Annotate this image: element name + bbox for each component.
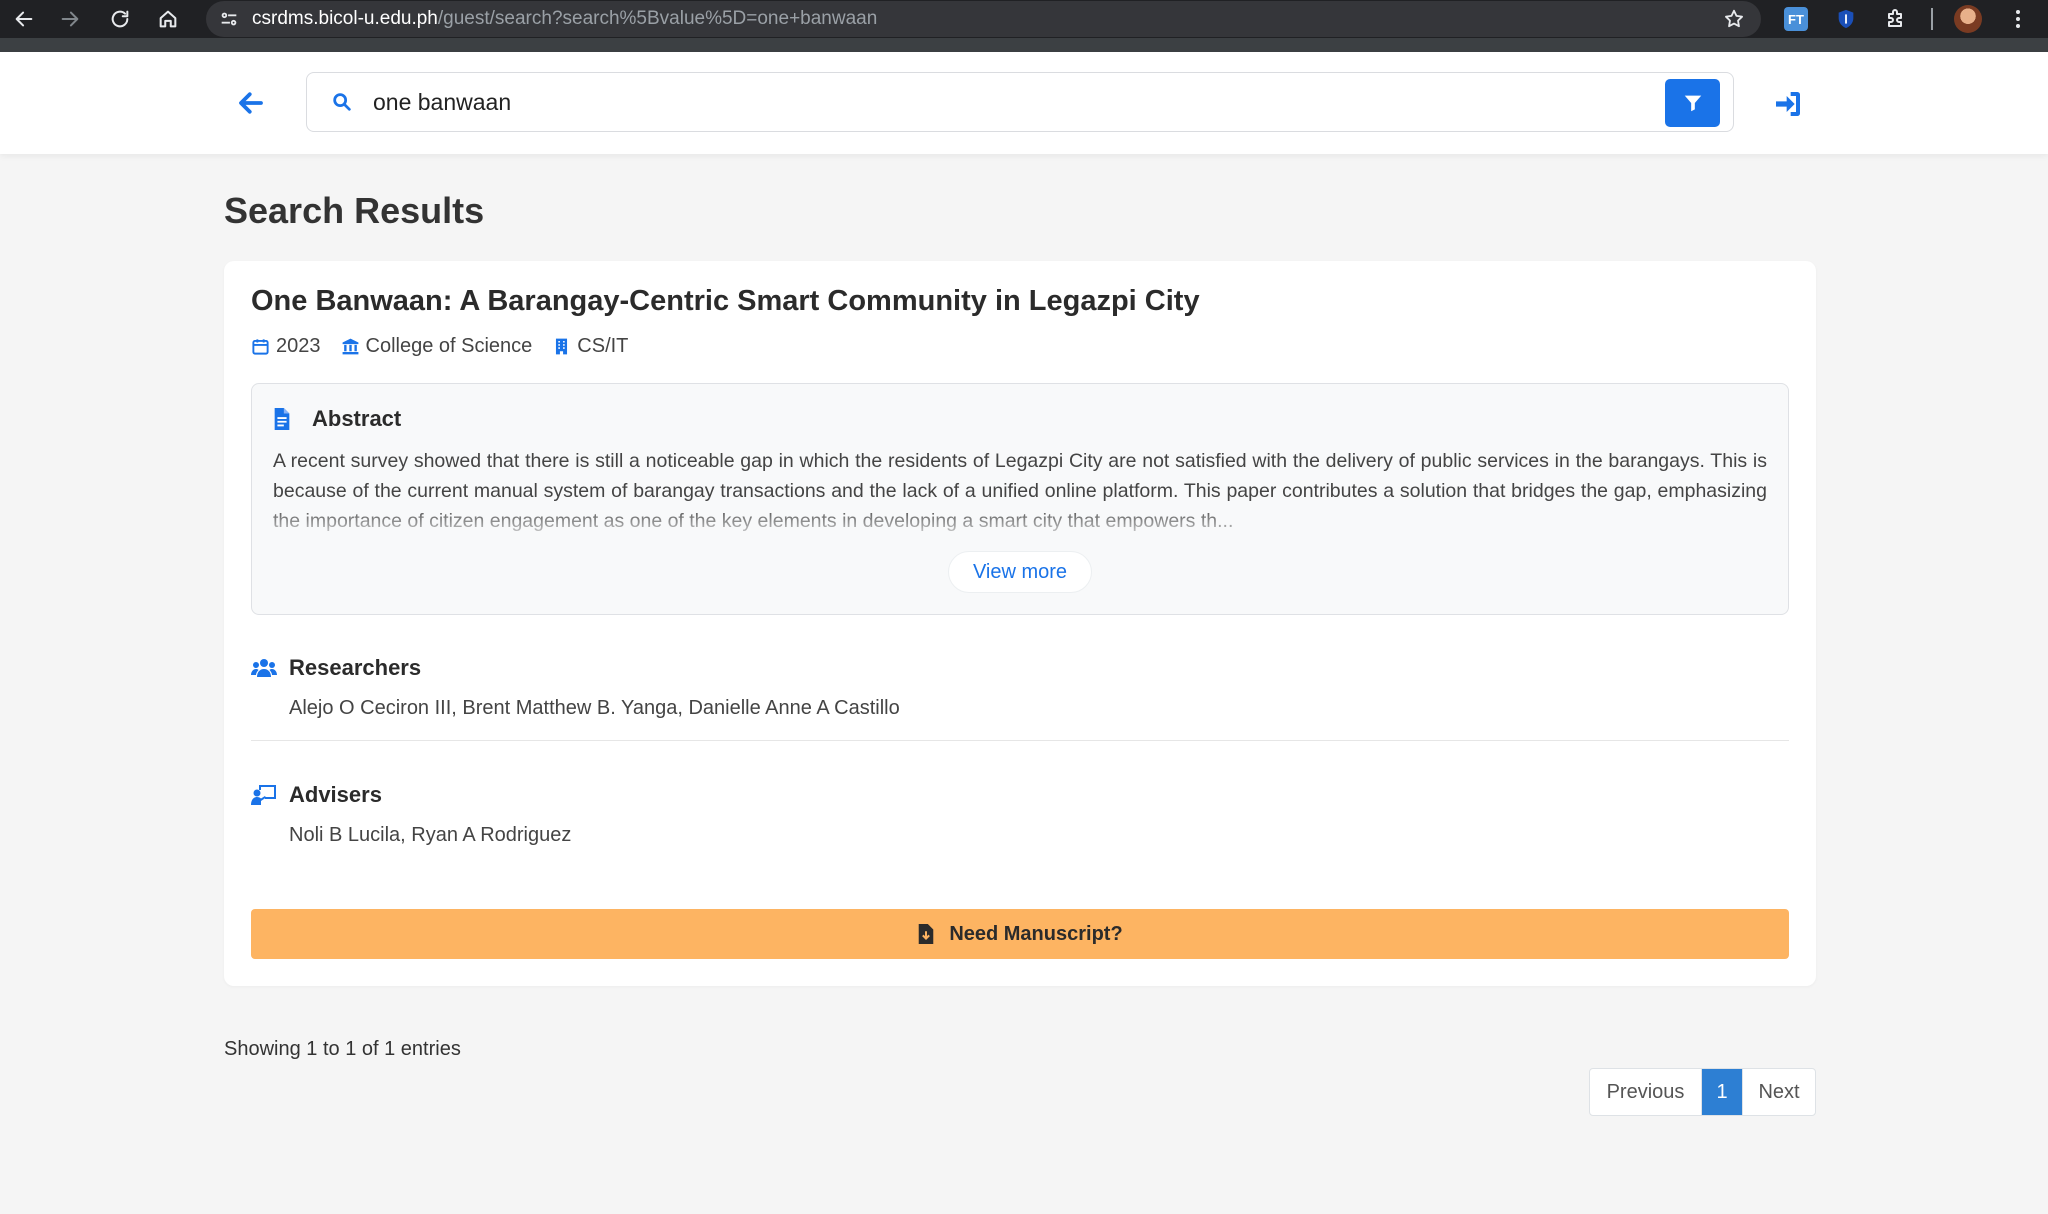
- translate-extension-icon[interactable]: FT: [1784, 7, 1808, 31]
- result-meta: 2023 College of Science CS/IT: [251, 335, 648, 358]
- advisers-heading: Advisers: [289, 782, 382, 807]
- arrow-right-icon: [61, 11, 79, 27]
- url-host: csrdms.bicol-u.edu.ph: [252, 8, 438, 29]
- search-icon: [331, 91, 353, 113]
- site-settings-icon[interactable]: [218, 8, 240, 30]
- filter-button[interactable]: [1665, 79, 1720, 127]
- browser-chrome-divider: [0, 38, 2048, 52]
- advisers-section: Advisers Noli B Lucila, Ryan A Rodriguez: [251, 782, 1789, 847]
- app-header: [0, 52, 2048, 154]
- document-icon: [274, 408, 290, 430]
- advisers-list: Noli B Lucila, Ryan A Rodriguez: [289, 824, 572, 846]
- bookmark-star-icon[interactable]: [1723, 8, 1745, 30]
- browser-reload-button[interactable]: [96, 0, 144, 38]
- pagination-page-current[interactable]: 1: [1702, 1069, 1742, 1115]
- browser-home-button[interactable]: [144, 0, 192, 38]
- abstract-panel: Abstract A recent survey showed that the…: [251, 383, 1789, 615]
- need-manuscript-button[interactable]: Need Manuscript?: [251, 909, 1789, 959]
- abstract-heading: Abstract: [312, 406, 402, 431]
- back-arrow-icon[interactable]: [236, 88, 266, 118]
- institution-icon: [342, 338, 358, 355]
- result-title[interactable]: One Banwaan: A Barangay-Centric Smart Co…: [251, 285, 1200, 318]
- login-icon[interactable]: [1772, 88, 1804, 120]
- arrow-left-icon: [15, 11, 33, 27]
- calendar-icon: [252, 339, 269, 355]
- researchers-heading: Researchers: [289, 655, 422, 680]
- meta-year: 2023: [251, 335, 321, 358]
- url-path: /guest/search?search%5Bvalue%5D=one+banw…: [437, 8, 878, 29]
- researchers-header: Researchers: [251, 655, 1789, 681]
- chalkboard-teacher-icon: [251, 785, 276, 805]
- advisers-header: Advisers: [251, 782, 1789, 808]
- reload-icon: [111, 10, 129, 28]
- pagination: Previous 1 Next: [1589, 1068, 1816, 1116]
- page-title: Search Results: [224, 190, 485, 231]
- need-manuscript-label: Need Manuscript?: [949, 922, 1123, 945]
- pagination-previous[interactable]: Previous: [1590, 1069, 1702, 1115]
- search-box: [306, 72, 1734, 132]
- home-icon: [159, 10, 177, 28]
- browser-back-button[interactable]: [0, 0, 48, 38]
- url-text: csrdms.bicol-u.edu.ph/guest/search?searc…: [252, 8, 877, 30]
- puzzle-extensions-icon[interactable]: [1884, 7, 1908, 31]
- browser-forward-button[interactable]: [46, 0, 94, 38]
- entries-info: Showing 1 to 1 of 1 entries: [224, 1038, 461, 1060]
- abstract-fade: [273, 506, 1767, 538]
- filter-icon: [1684, 95, 1701, 112]
- toolbar-divider: [1931, 8, 1933, 30]
- researchers-section: Researchers Alejo O Ceciron III, Brent M…: [251, 655, 1789, 720]
- researchers-list: Alejo O Ceciron III, Brent Matthew B. Ya…: [289, 697, 900, 719]
- pagination-next[interactable]: Next: [1742, 1069, 1815, 1115]
- result-card: One Banwaan: A Barangay-Centric Smart Co…: [224, 261, 1816, 986]
- building-icon: [556, 338, 568, 355]
- meta-college: College of Science: [341, 335, 533, 358]
- meta-year-text: 2023: [276, 335, 321, 357]
- meta-college-text: College of Science: [365, 335, 533, 357]
- meta-department: CS/IT: [552, 335, 628, 358]
- section-divider: [251, 740, 1789, 741]
- shield-extension-icon[interactable]: [1834, 7, 1858, 31]
- meta-department-text: CS/IT: [577, 335, 629, 357]
- abstract-header: Abstract: [272, 406, 401, 432]
- profile-avatar[interactable]: [1954, 5, 1982, 33]
- file-download-icon: [919, 924, 934, 944]
- extension-label: FT: [1788, 11, 1804, 27]
- users-icon: [251, 659, 277, 677]
- more-menu-icon[interactable]: [2006, 6, 2030, 32]
- address-bar[interactable]: csrdms.bicol-u.edu.ph/guest/search?searc…: [206, 1, 1761, 37]
- view-more-button[interactable]: View more: [948, 551, 1092, 593]
- search-input[interactable]: [373, 83, 1603, 121]
